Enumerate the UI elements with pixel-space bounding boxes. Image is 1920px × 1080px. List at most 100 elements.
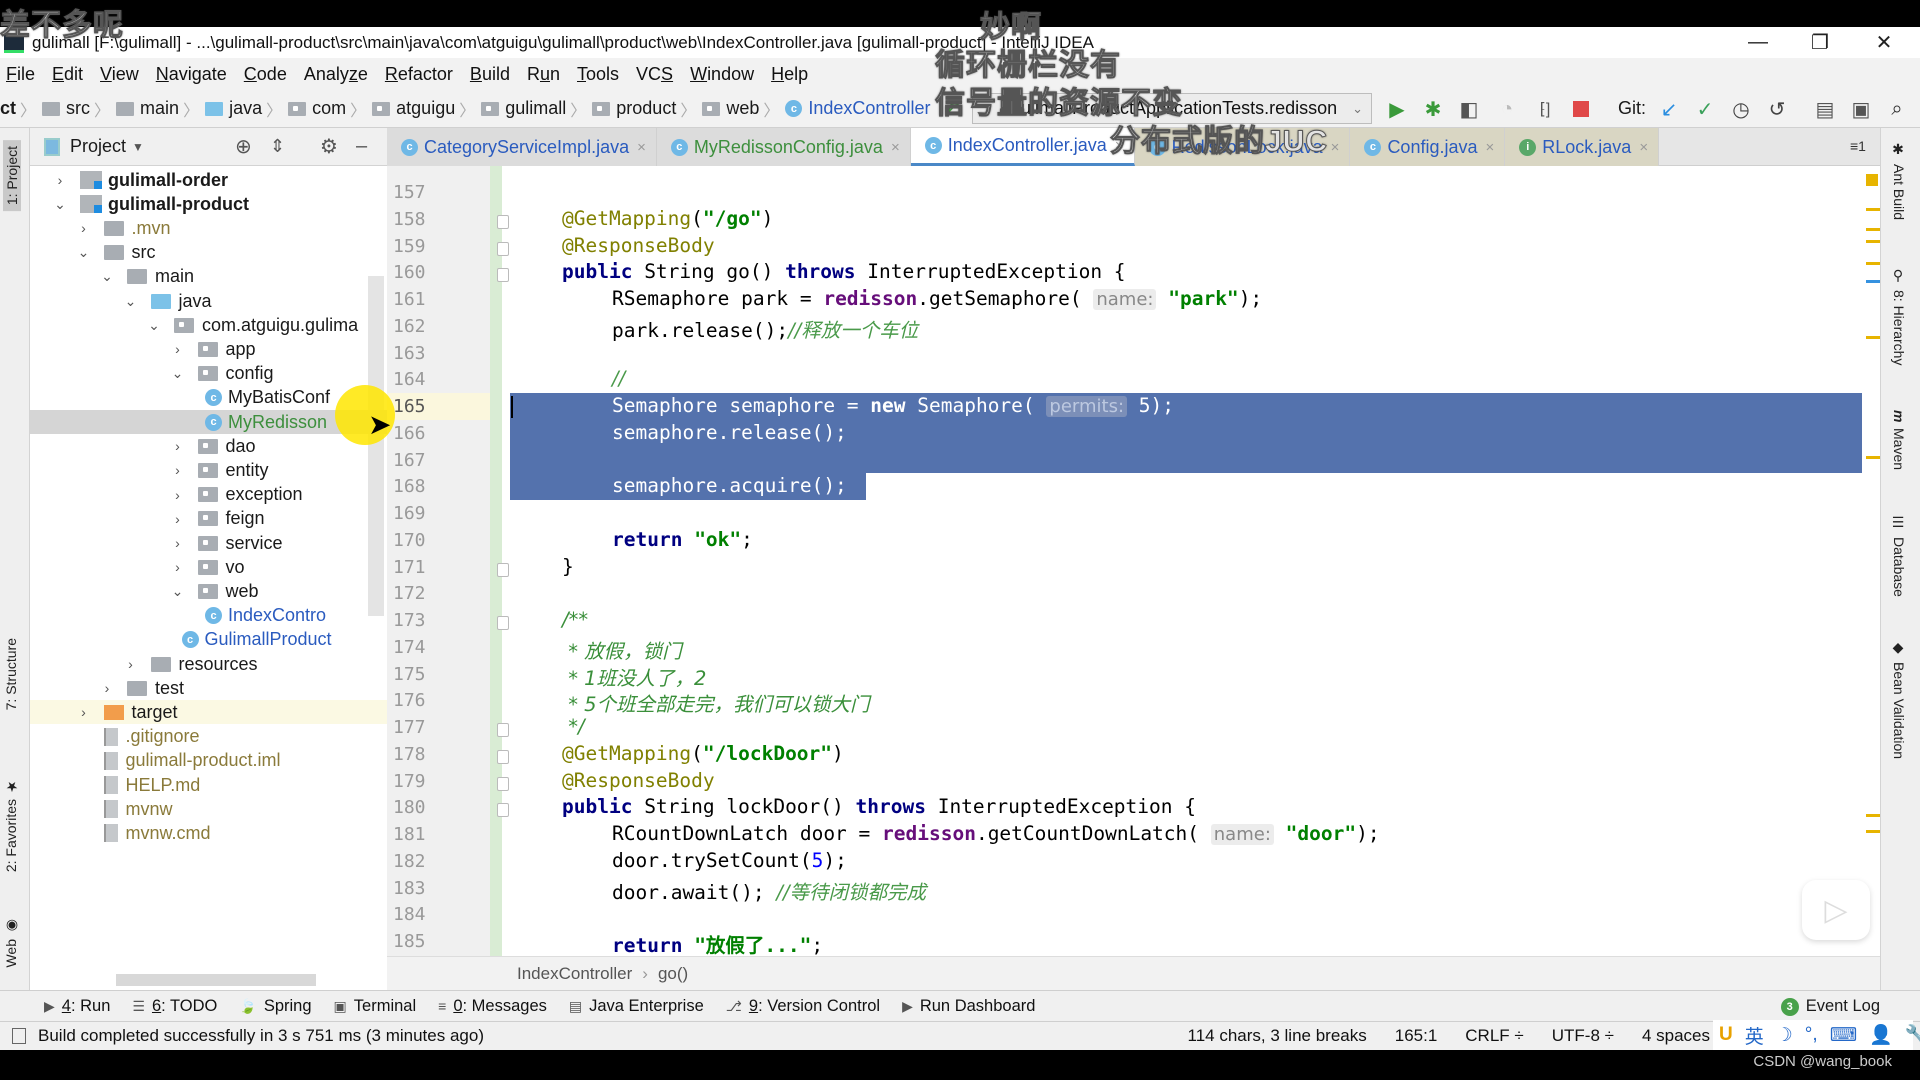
- menu-item[interactable]: Analyze: [304, 64, 368, 85]
- breadcrumb-item[interactable]: web 〉: [702, 97, 785, 121]
- profiler-icon[interactable]: ◔: [1494, 96, 1520, 122]
- indent-setting[interactable]: 4 spaces: [1642, 1026, 1710, 1046]
- tab-overflow-menu[interactable]: ≡1: [1850, 138, 1866, 154]
- chevron-right-icon[interactable]: ›: [123, 656, 139, 672]
- tool-tab-favorites[interactable]: 2: Favorites ★: [3, 778, 19, 872]
- run-anything-icon[interactable]: ▣: [1848, 96, 1874, 122]
- tree-item[interactable]: ⌄ src: [30, 241, 387, 265]
- tree-item[interactable]: › entity: [30, 458, 387, 482]
- chevron-down-icon[interactable]: ⌄: [52, 196, 68, 213]
- chevron-down-icon[interactable]: ⌄: [123, 293, 139, 310]
- editor-tab[interactable]: c MyRedissonConfig.java ×: [656, 128, 911, 166]
- tree-item[interactable]: c IndexContro: [30, 604, 387, 628]
- tree-item[interactable]: c GulimallProduct: [30, 628, 387, 652]
- tool-window-button[interactable]: 🍃 Spring: [239, 997, 311, 1016]
- tool-tab-maven[interactable]: m Maven: [1891, 410, 1907, 470]
- warning-marker[interactable]: [1866, 814, 1880, 817]
- editor-tab[interactable]: c RedissonLock.java ×: [1134, 128, 1351, 166]
- chevron-right-icon[interactable]: ›: [170, 462, 186, 478]
- run-configuration-select[interactable]: GulimallProductApplicationTests.redisson…: [972, 93, 1372, 124]
- hide-panel-icon[interactable]: –: [356, 135, 367, 158]
- fold-toggle-icon[interactable]: [497, 616, 509, 630]
- tool-window-button[interactable]: ▣ Terminal: [334, 997, 417, 1016]
- error-stripe[interactable]: [1862, 166, 1880, 956]
- tool-tab-database[interactable]: ☰ Database: [1891, 515, 1907, 597]
- fold-toggle-icon[interactable]: [497, 268, 509, 283]
- line-separator[interactable]: CRLF ÷: [1465, 1026, 1523, 1046]
- attach-debugger-icon[interactable]: ⁅]: [1532, 96, 1558, 122]
- close-tab-icon[interactable]: ×: [1639, 139, 1648, 156]
- breadcrumb-item[interactable]: ct 〉: [0, 97, 42, 121]
- editor-tab[interactable]: c CategoryServiceImpl.java ×: [387, 128, 657, 166]
- stop-icon[interactable]: [1568, 96, 1594, 122]
- menu-item[interactable]: VCS: [636, 64, 673, 85]
- chevron-right-icon[interactable]: ›: [170, 511, 186, 527]
- tree-item[interactable]: › exception: [30, 483, 387, 507]
- video-player-icon[interactable]: ▷: [1802, 880, 1870, 940]
- ime-button[interactable]: ⌨: [1830, 1024, 1857, 1047]
- run-with-coverage-icon[interactable]: ◧: [1456, 96, 1482, 122]
- info-marker[interactable]: [1866, 280, 1880, 283]
- caret-down-icon[interactable]: ▼: [132, 140, 144, 154]
- caret-position[interactable]: 165:1: [1395, 1026, 1438, 1046]
- status-toggle-icon[interactable]: [12, 1028, 26, 1044]
- close-tab-icon[interactable]: ×: [1331, 139, 1340, 156]
- fold-toggle-icon[interactable]: [497, 562, 509, 577]
- restore-button[interactable]: ❐: [1790, 27, 1850, 58]
- close-tab-icon[interactable]: ×: [891, 139, 900, 156]
- tree-item[interactable]: › feign: [30, 507, 387, 531]
- menu-item[interactable]: Edit: [52, 64, 83, 85]
- breadcrumb-item[interactable]: gulimall 〉: [481, 97, 592, 121]
- chevron-right-icon[interactable]: ›: [76, 220, 92, 236]
- warning-marker[interactable]: [1866, 208, 1880, 211]
- tree-item[interactable]: ⌄ web: [30, 579, 387, 603]
- breadcrumb-item[interactable]: com 〉: [288, 97, 372, 121]
- editor-tab[interactable]: c Config.java ×: [1350, 128, 1506, 166]
- tree-item[interactable]: › dao: [30, 434, 387, 458]
- chevron-right-icon[interactable]: ›: [170, 487, 186, 503]
- back-arrow-icon[interactable]: ↶: [940, 96, 966, 122]
- ime-button[interactable]: ☽: [1776, 1024, 1793, 1047]
- menu-item[interactable]: View: [100, 64, 139, 85]
- editor-tab[interactable]: i RLock.java ×: [1505, 128, 1660, 166]
- tree-item[interactable]: mvnw.cmd: [30, 821, 387, 845]
- chevron-right-icon[interactable]: ›: [76, 704, 92, 720]
- menu-item[interactable]: Window: [690, 64, 754, 85]
- warning-marker[interactable]: [1866, 262, 1880, 265]
- menu-item[interactable]: Refactor: [385, 64, 453, 85]
- tool-window-button[interactable]: ▶ 4: Run: [44, 997, 110, 1016]
- tool-tab-structure[interactable]: 7: Structure: [3, 638, 19, 710]
- chevron-down-icon[interactable]: ⌄: [99, 268, 115, 285]
- git-history-icon[interactable]: ◷: [1728, 96, 1754, 122]
- tree-item[interactable]: › .mvn: [30, 216, 387, 240]
- git-rollback-icon[interactable]: ↺: [1764, 96, 1790, 122]
- gear-icon[interactable]: ⚙: [320, 134, 338, 159]
- tree-item[interactable]: ⌄ java: [30, 289, 387, 313]
- warning-marker[interactable]: [1866, 240, 1880, 243]
- project-structure-icon[interactable]: ▤: [1812, 96, 1838, 122]
- tool-tab-project[interactable]: 1: Project: [3, 140, 21, 212]
- editor-tab[interactable]: c IndexController.java ×: [910, 128, 1135, 166]
- fold-toggle-icon[interactable]: [497, 723, 509, 737]
- chevron-right-icon[interactable]: ›: [52, 172, 68, 188]
- chevron-down-icon[interactable]: ⌄: [76, 244, 92, 261]
- close-tab-icon[interactable]: ×: [637, 139, 646, 156]
- warning-marker[interactable]: [1866, 830, 1880, 833]
- chevron-right-icon[interactable]: ›: [99, 680, 115, 696]
- project-view-selector[interactable]: Project: [70, 136, 126, 157]
- tree-item[interactable]: ⌄ main: [30, 265, 387, 289]
- crumb-method[interactable]: go(): [658, 964, 688, 984]
- menu-item[interactable]: Run: [527, 64, 560, 85]
- tree-item[interactable]: HELP.md: [30, 773, 387, 797]
- tree-item[interactable]: › app: [30, 337, 387, 361]
- breadcrumb-item[interactable]: main 〉: [116, 97, 205, 121]
- fold-toggle-icon[interactable]: [497, 749, 509, 764]
- tree-item[interactable]: › vo: [30, 555, 387, 579]
- tool-tab-bean-validation[interactable]: ◆ Bean Validation: [1891, 640, 1907, 759]
- breadcrumb-item[interactable]: product 〉: [592, 97, 702, 121]
- tree-item[interactable]: › resources: [30, 652, 387, 676]
- ime-button[interactable]: U: [1719, 1024, 1733, 1046]
- menu-item[interactable]: File: [6, 64, 35, 85]
- tree-item[interactable]: c MyRedisson: [30, 410, 387, 434]
- tool-tab-web[interactable]: Web ◉: [3, 918, 19, 968]
